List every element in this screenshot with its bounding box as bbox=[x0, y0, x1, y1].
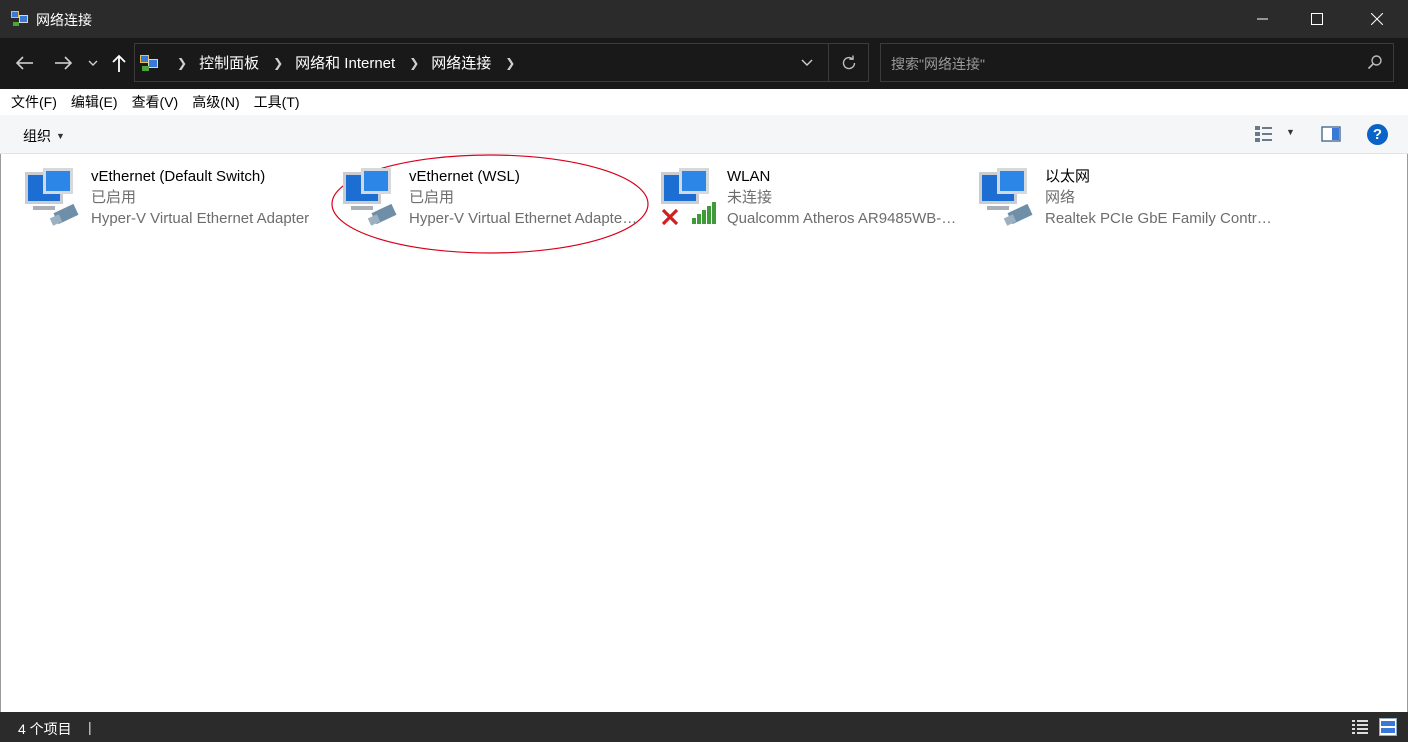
ethernet-adapter-icon bbox=[979, 168, 1033, 226]
connection-item[interactable]: vEthernet (Default Switch) 已启用 Hyper-V V… bbox=[25, 164, 335, 230]
search-input[interactable]: 搜索"网络连接" bbox=[880, 43, 1394, 82]
ethernet-adapter-icon bbox=[343, 168, 397, 226]
search-icon[interactable] bbox=[1367, 54, 1383, 70]
connection-item[interactable]: vEthernet (WSL) 已启用 Hyper-V Virtual Ethe… bbox=[343, 164, 653, 230]
address-bar[interactable]: ❯ 控制面板 ❯ 网络和 Internet ❯ 网络连接 ❯ bbox=[134, 43, 869, 82]
command-bar: 组织 ▼ ▼ ? bbox=[0, 115, 1408, 154]
breadcrumb-control-panel[interactable]: 控制面板 bbox=[199, 52, 259, 73]
connection-device: Hyper-V Virtual Ethernet Adapter #2 bbox=[409, 210, 641, 227]
organize-label: 组织 bbox=[23, 128, 51, 144]
breadcrumb: ❯ 控制面板 ❯ 网络和 Internet ❯ 网络连接 ❯ bbox=[163, 44, 527, 81]
recent-locations-button[interactable] bbox=[81, 50, 105, 76]
back-button[interactable] bbox=[12, 50, 38, 76]
caret-down-icon: ▼ bbox=[56, 131, 65, 141]
status-bar: 4 个项目 | bbox=[0, 712, 1408, 742]
status-separator: | bbox=[88, 719, 92, 735]
network-connections-icon bbox=[11, 11, 28, 26]
connection-device: Qualcomm Atheros AR9485WB-EG Wireless Ne… bbox=[727, 210, 959, 227]
connection-item[interactable]: 以太网 网络 Realtek PCIe GbE Family Controlle… bbox=[979, 164, 1289, 230]
large-icons-view-icon[interactable] bbox=[1379, 718, 1397, 736]
connection-item[interactable]: WLAN 未连接 Qualcomm Atheros AR9485WB-EG Wi… bbox=[661, 164, 971, 230]
minimize-button[interactable] bbox=[1236, 0, 1290, 38]
back-arrow-icon bbox=[16, 56, 33, 70]
item-count: 4 个项目 bbox=[18, 721, 72, 737]
breadcrumb-network-internet[interactable]: 网络和 Internet bbox=[295, 52, 395, 73]
change-view-icon[interactable] bbox=[1254, 125, 1274, 143]
view-options-dropdown-icon[interactable]: ▼ bbox=[1286, 127, 1295, 137]
connection-name: WLAN bbox=[727, 168, 771, 185]
forward-button[interactable] bbox=[50, 50, 76, 76]
address-history-button[interactable] bbox=[792, 44, 822, 81]
maximize-button[interactable] bbox=[1290, 0, 1344, 38]
maximize-icon bbox=[1311, 13, 1323, 25]
connections-list: vEthernet (Default Switch) 已启用 Hyper-V V… bbox=[0, 154, 1408, 712]
close-icon bbox=[1371, 13, 1383, 25]
connection-status: 已启用 bbox=[409, 189, 455, 206]
help-button[interactable]: ? bbox=[1367, 124, 1388, 145]
menu-tools[interactable]: 工具(T) bbox=[247, 92, 307, 112]
connection-name: 以太网 bbox=[1045, 168, 1091, 185]
breadcrumb-separator-icon[interactable]: ❯ bbox=[177, 56, 187, 70]
up-arrow-icon bbox=[112, 54, 126, 72]
up-button[interactable] bbox=[106, 50, 132, 76]
forward-arrow-icon bbox=[55, 56, 72, 70]
breadcrumb-network-connections[interactable]: 网络连接 bbox=[431, 52, 491, 73]
details-view-icon[interactable] bbox=[1351, 719, 1369, 735]
chevron-down-icon bbox=[88, 60, 98, 66]
refresh-button[interactable] bbox=[828, 44, 868, 81]
window-title: 网络连接 bbox=[36, 12, 92, 28]
title-bar: 网络连接 bbox=[0, 0, 1408, 38]
menu-advanced[interactable]: 高级(N) bbox=[185, 92, 246, 112]
minimize-icon bbox=[1257, 18, 1268, 20]
chevron-down-icon bbox=[801, 59, 813, 66]
menu-file[interactable]: 文件(F) bbox=[4, 92, 64, 112]
search-placeholder: 搜索"网络连接" bbox=[891, 56, 985, 72]
preview-pane-icon[interactable] bbox=[1321, 125, 1341, 143]
connection-device: Hyper-V Virtual Ethernet Adapter bbox=[91, 210, 310, 227]
breadcrumb-separator-icon[interactable]: ❯ bbox=[273, 56, 283, 70]
menu-view[interactable]: 查看(V) bbox=[125, 92, 186, 112]
menu-edit[interactable]: 编辑(E) bbox=[64, 92, 125, 112]
close-button[interactable] bbox=[1350, 0, 1404, 38]
connection-name: vEthernet (WSL) bbox=[409, 168, 520, 185]
ethernet-adapter-icon bbox=[25, 168, 79, 226]
connection-status: 网络 bbox=[1045, 189, 1076, 206]
menu-bar: 文件(F) 编辑(E) 查看(V) 高级(N) 工具(T) bbox=[0, 89, 1408, 115]
connection-status: 已启用 bbox=[91, 189, 137, 206]
breadcrumb-separator-icon[interactable]: ❯ bbox=[505, 56, 515, 70]
organize-button[interactable]: 组织 ▼ bbox=[23, 126, 65, 146]
connection-status: 未连接 bbox=[727, 189, 773, 206]
connection-device: Realtek PCIe GbE Family Controller bbox=[1045, 210, 1277, 227]
network-location-icon bbox=[140, 55, 158, 71]
disconnected-x-icon bbox=[661, 208, 679, 226]
connection-name: vEthernet (Default Switch) bbox=[91, 168, 266, 185]
breadcrumb-separator-icon[interactable]: ❯ bbox=[409, 56, 419, 70]
refresh-icon bbox=[842, 55, 855, 69]
